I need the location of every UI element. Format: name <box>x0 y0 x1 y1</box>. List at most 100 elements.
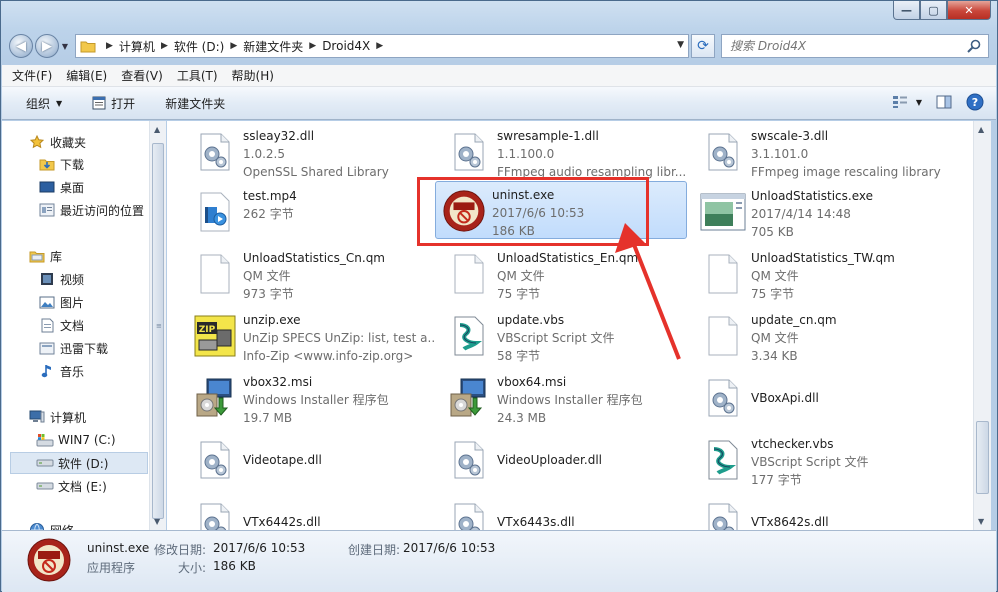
breadcrumb-drive-d[interactable]: 软件 (D:) <box>174 38 224 55</box>
scroll-down-icon[interactable]: ▼ <box>154 517 160 526</box>
menu-tools[interactable]: 工具(T) <box>177 67 218 84</box>
sidebar-item-libraries[interactable]: 库 <box>28 245 62 267</box>
file-detail-line: 24.3 MB <box>497 411 547 425</box>
content-scrollbar[interactable]: ▲ ▼ <box>973 121 991 530</box>
menu-edit[interactable]: 编辑(E) <box>66 67 107 84</box>
sidebar-item-drive-c[interactable]: WIN7 (C:) <box>36 429 116 451</box>
file-item[interactable]: vbox64.msi Windows Installer 程序包 24.3 MB <box>441 369 693 427</box>
dll-gear-icon <box>187 493 243 530</box>
file-detail-line: VBScript Script 文件 <box>751 455 869 469</box>
nsis-uninstaller-icon <box>26 537 72 583</box>
file-item[interactable]: update_cn.qm QM 文件 3.34 KB <box>695 307 947 365</box>
breadcrumb-separator-icon[interactable]: ▶ <box>309 41 316 51</box>
help-icon[interactable]: ? <box>966 93 984 111</box>
breadcrumb-droid4x[interactable]: Droid4X <box>322 39 370 53</box>
file-item[interactable]: swscale-3.dll 3.1.101.0 FFmpeg image resca… <box>695 123 947 181</box>
sidebar-item-recent[interactable]: 最近访问的位置 <box>38 199 144 221</box>
sidebar-label: 网络 <box>50 522 74 531</box>
scroll-down-icon[interactable]: ▼ <box>978 517 984 526</box>
sidebar-item-drive-e[interactable]: 文档 (E:) <box>36 475 107 497</box>
file-item[interactable]: vbox32.msi Windows Installer 程序包 19.7 MB <box>187 369 439 427</box>
scroll-up-icon[interactable]: ▲ <box>978 125 984 134</box>
refresh-button[interactable]: ⟳ <box>691 34 715 58</box>
change-view-button[interactable]: ▼ <box>892 95 922 109</box>
address-dropdown-icon[interactable]: ▼ <box>677 40 684 50</box>
file-item[interactable]: VTx8642s.dll <box>695 493 947 530</box>
video-file-icon <box>187 183 243 241</box>
breadcrumb-computer[interactable]: 计算机 <box>119 38 155 55</box>
new-folder-label: 新建文件夹 <box>165 96 226 111</box>
svg-text:ZIP: ZIP <box>199 325 216 335</box>
file-detail-line: UnZip SPECS UnZip: list, test a... <box>243 331 435 345</box>
details-file-name: uninst.exe <box>87 541 150 555</box>
scrollbar-thumb[interactable]: ≡ <box>152 143 164 519</box>
sidebar-item-music[interactable]: 音乐 <box>38 360 84 382</box>
forward-button[interactable]: ▶ <box>35 34 59 58</box>
new-folder-button[interactable]: 新建文件夹 <box>165 95 225 112</box>
file-detail-line: 75 字节 <box>751 287 795 301</box>
sidebar-label: 计算机 <box>50 410 87 425</box>
desktop-icon <box>38 181 56 194</box>
file-item[interactable]: VTx6442s.dll <box>187 493 439 530</box>
preview-pane-button[interactable] <box>936 95 952 109</box>
file-item[interactable]: Videotape.dll <box>187 431 439 489</box>
sidebar-item-desktop[interactable]: 桌面 <box>38 176 84 198</box>
breadcrumb-separator-icon[interactable]: ▶ <box>376 41 383 51</box>
file-detail-line: QM 文件 <box>243 269 291 283</box>
sidebar-item-favorites[interactable]: 收藏夹 <box>28 131 86 153</box>
open-button[interactable]: 打开 <box>92 95 135 112</box>
scrollbar-thumb[interactable] <box>976 421 989 494</box>
sidebar-label: 库 <box>50 249 63 264</box>
file-item[interactable]: VideoUploader.dll <box>441 431 693 489</box>
menu-view[interactable]: 查看(V) <box>121 67 163 84</box>
menu-help[interactable]: 帮助(H) <box>232 67 274 84</box>
file-item-text: swscale-3.dll 3.1.101.0 FFmpeg image resca… <box>751 123 943 181</box>
minimize-button[interactable]: — <box>893 1 920 20</box>
file-item[interactable]: UnloadStatistics_TW.qm QM 文件 75 字节 <box>695 245 947 303</box>
scroll-up-icon[interactable]: ▲ <box>154 125 160 134</box>
file-detail-line: 705 KB <box>751 225 794 239</box>
sidebar-item-videos[interactable]: 视频 <box>38 268 84 290</box>
breadcrumb-new-folder[interactable]: 新建文件夹 <box>243 38 303 55</box>
command-bar: 组织 ▼ 打开 新建文件夹 ▼ ? <box>2 87 996 120</box>
file-item[interactable]: ZIP unzip.exe UnZip SPECS UnZip: list, tes… <box>187 307 439 365</box>
organize-button[interactable]: 组织 ▼ <box>26 95 62 112</box>
file-item[interactable]: ssleay32.dll 1.0.2.5 OpenSSL Shared Librar… <box>187 123 439 181</box>
recent-pages-dropdown[interactable]: ▼ <box>59 42 71 51</box>
address-bar[interactable]: ▶ 计算机 ▶ 软件 (D:) ▶ 新建文件夹 ▶ Droid4X ▶ ▼ <box>75 34 689 58</box>
file-item[interactable]: VBoxApi.dll <box>695 369 947 427</box>
file-name: Videotape.dll <box>243 453 322 467</box>
file-item[interactable]: test.mp4 262 字节 <box>187 183 439 241</box>
breadcrumb-separator-icon[interactable]: ▶ <box>230 41 237 51</box>
dll-gear-icon <box>187 431 243 489</box>
file-item[interactable]: VTx6443s.dll <box>441 493 693 530</box>
sidebar-item-drive-d[interactable]: 软件 (D:) <box>10 452 148 474</box>
sidebar-item-documents[interactable]: 文档 <box>38 314 84 336</box>
file-item[interactable]: vtchecker.vbs VBScript Script 文件 177 字节 <box>695 431 947 489</box>
breadcrumb-separator-icon[interactable]: ▶ <box>106 41 113 51</box>
file-name: ssleay32.dll <box>243 129 315 143</box>
close-button[interactable]: ✕ <box>947 1 991 20</box>
search-box[interactable] <box>721 34 989 58</box>
recent-places-icon <box>38 203 56 217</box>
file-item[interactable]: UnloadStatistics.exe 2017/4/14 14:48 705 K… <box>695 183 947 241</box>
file-detail-line: 1.1.100.0 <box>497 147 555 161</box>
maximize-button[interactable]: ▢ <box>920 1 947 20</box>
sidebar-item-xunlei[interactable]: 迅雷下载 <box>38 337 108 359</box>
sidebar-item-pictures[interactable]: 图片 <box>38 291 84 313</box>
navigation-scrollbar[interactable]: ▲ ≡ ▼ <box>149 121 166 530</box>
search-icon[interactable] <box>966 38 982 54</box>
explorer-window: — ▢ ✕ ◀ ▶ ▼ ▶ 计算机 ▶ 软件 (D:) ▶ 新建文件夹 ▶ Dr… <box>0 0 998 592</box>
menu-file[interactable]: 文件(F) <box>12 67 52 84</box>
downloads-folder-icon <box>38 157 56 171</box>
sidebar-item-computer[interactable]: 计算机 <box>28 406 86 428</box>
file-item-text: VTx6442s.dll <box>243 493 435 530</box>
back-button[interactable]: ◀ <box>9 34 33 58</box>
breadcrumb-separator-icon[interactable]: ▶ <box>161 41 168 51</box>
sidebar-item-network[interactable]: 网络 <box>28 519 74 530</box>
file-detail-line: 262 字节 <box>243 207 294 221</box>
file-item[interactable]: swresample-1.dll 1.1.100.0 FFmpeg audio re… <box>441 123 693 181</box>
sidebar-item-downloads[interactable]: 下载 <box>38 153 84 175</box>
search-input[interactable] <box>730 39 930 53</box>
file-item[interactable]: UnloadStatistics_Cn.qm QM 文件 973 字节 <box>187 245 439 303</box>
